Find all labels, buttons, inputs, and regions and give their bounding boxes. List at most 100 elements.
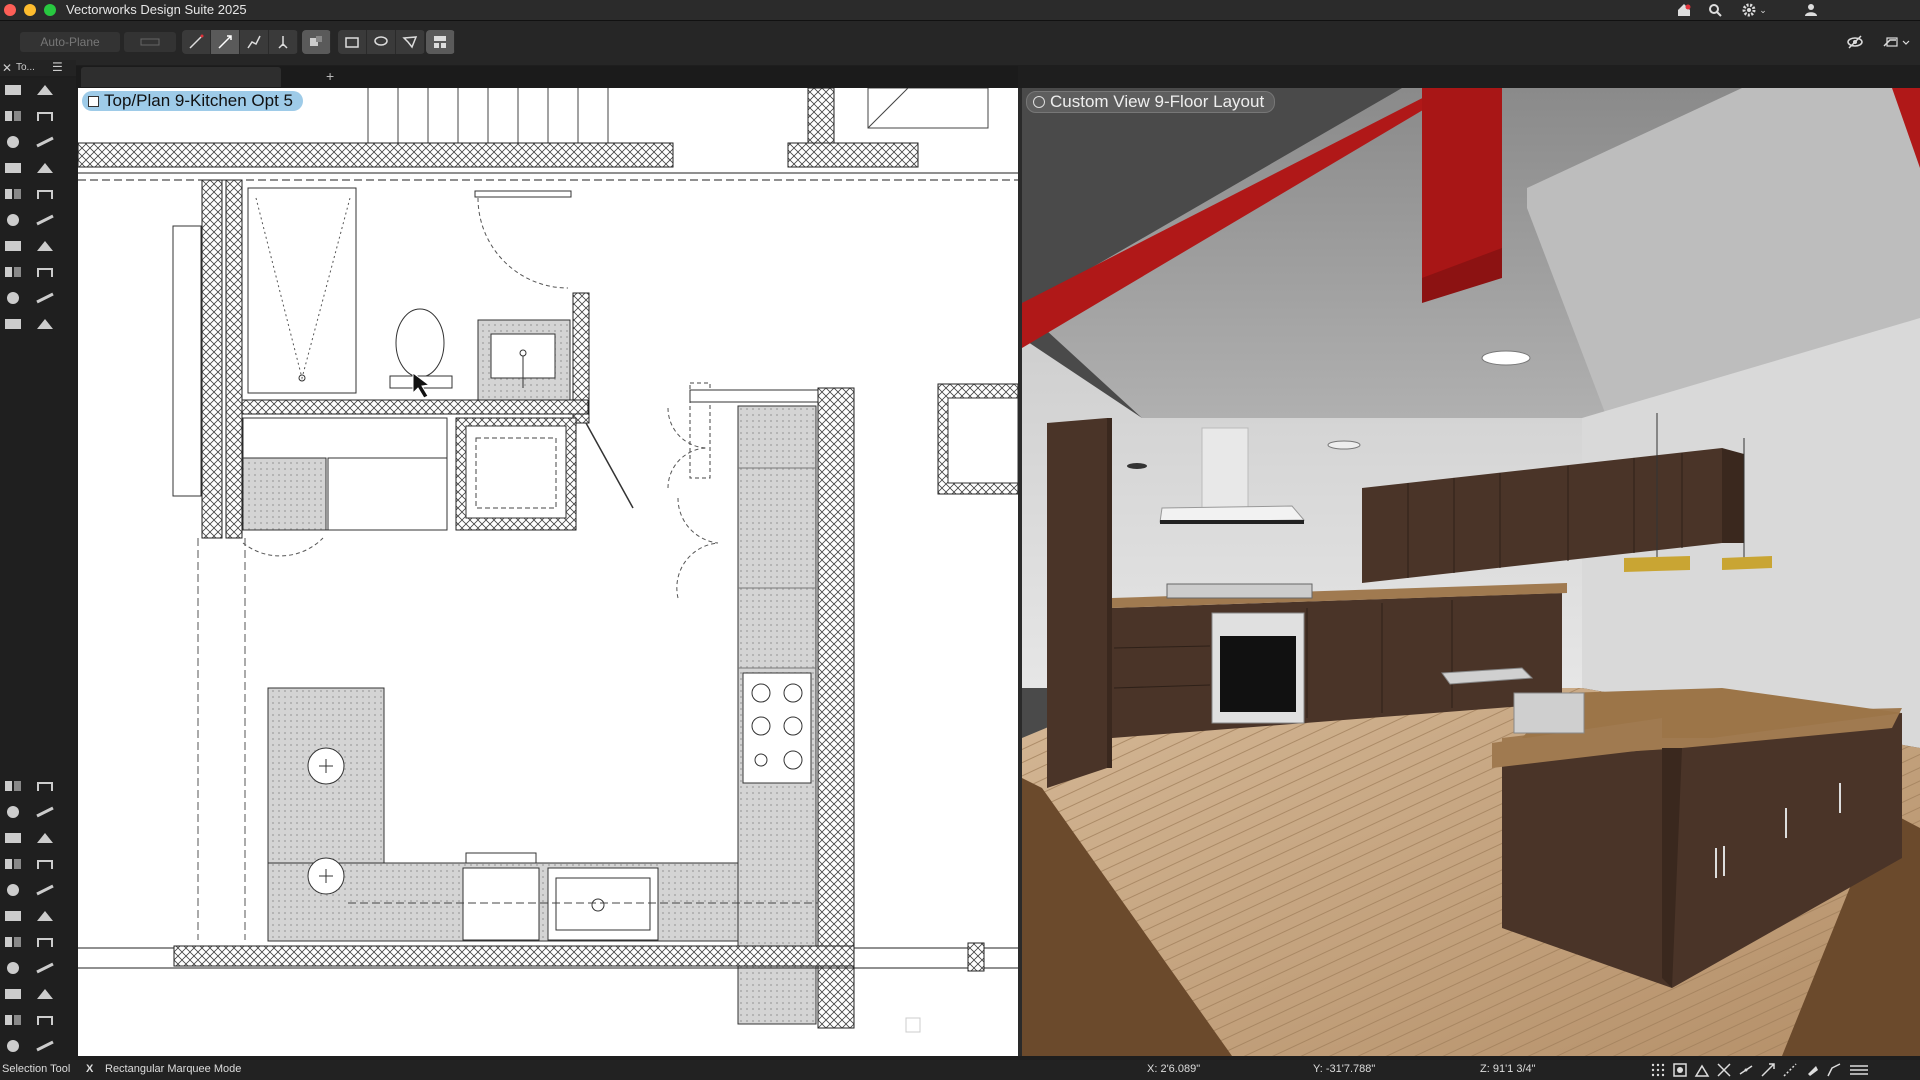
palette-tool-icon[interactable] [34,288,56,308]
lasso-marquee-button[interactable] [367,30,396,54]
status-tool-name: Selection Tool [2,1063,71,1075]
view-pane-icon [88,95,99,107]
plan-view-label-text: Top/Plan 9-Kitchen Opt 5 [104,91,294,110]
plan-viewport[interactable]: Top/Plan 9-Kitchen Opt 5 [78,88,1018,1056]
tangent-snap-icon[interactable] [1760,1062,1776,1078]
document-tab-strip: + [76,66,1018,88]
palette-tool-icon[interactable] [2,314,24,334]
object-snap-icon[interactable] [1672,1062,1688,1078]
snap-mode-3-button[interactable] [240,30,269,54]
palette-menu-icon[interactable]: ☰ [52,60,63,74]
palette-tool-icon[interactable] [34,236,56,256]
palette-tool-icon[interactable] [2,236,24,256]
palette-tool-icon[interactable] [34,854,56,874]
palette-tool-icon[interactable] [2,1010,24,1030]
palette-tool-icon[interactable] [2,854,24,874]
palette-tool-icon[interactable] [34,906,56,926]
gear-icon[interactable] [1740,1,1758,19]
palette-tool-icon[interactable] [34,828,56,848]
auto-plane-button[interactable]: Auto-Plane [20,32,120,52]
angle-snap-icon[interactable] [1694,1062,1710,1078]
render-viewport[interactable]: Custom View 9-Floor Layout [1022,88,1920,1056]
view-menu-button[interactable] [1882,33,1912,51]
render-view-label[interactable]: Custom View 9-Floor Layout [1026,91,1276,113]
palette-tool-icon[interactable] [2,158,24,178]
user-icon[interactable] [1802,1,1820,19]
palette-tool-icon[interactable] [2,880,24,900]
tool-palette [0,78,76,1078]
palette-tool-icon[interactable] [2,132,24,152]
kitchen-render[interactable] [1022,88,1920,1056]
palette-tool-icon[interactable] [34,106,56,126]
floor-plan-drawing[interactable] [78,88,1018,1056]
select-mode-button[interactable] [302,30,331,54]
snap-mode-4-button[interactable] [269,30,298,54]
palette-tool-icon[interactable] [34,984,56,1004]
status-z-coordinate: Z: 91'1 3/4" [1480,1063,1536,1075]
distance-snap-icon[interactable] [1738,1062,1754,1078]
close-palette-icon[interactable]: ✕ [2,61,12,75]
palette-tool-icon[interactable] [34,802,56,822]
palette-tool-icon[interactable] [34,880,56,900]
palette-tool-icon[interactable] [34,132,56,152]
palette-tool-icon[interactable] [34,776,56,796]
palette-tool-icon[interactable] [2,1036,24,1056]
chevron-down-icon[interactable]: ⌄ [1758,1,1768,19]
view-toolbar: Auto-Plane [0,21,1920,65]
interactive-mode-button[interactable] [426,30,455,54]
palette-tool-icon[interactable] [2,802,24,822]
palette-tool-icon[interactable] [34,1010,56,1030]
working-plane-button[interactable] [124,32,176,52]
minimize-window-button[interactable] [24,4,36,16]
palette-tool-icon[interactable] [2,288,24,308]
intersection-snap-icon[interactable] [1716,1062,1732,1078]
grid-snap-icon[interactable] [1650,1062,1666,1078]
palette-tool-icon[interactable] [34,210,56,230]
plan-view-label[interactable]: Top/Plan 9-Kitchen Opt 5 [82,91,304,111]
palette-tool-icon[interactable] [34,80,56,100]
status-bar: Selection Tool X Rectangular Marquee Mod… [0,1060,1920,1080]
zoom-window-button[interactable] [44,4,56,16]
add-tab-button[interactable]: + [326,68,334,84]
palette-tool-icon[interactable] [34,1036,56,1056]
status-x-coordinate: X: 2'6.089" [1147,1063,1201,1075]
palette-tool-icon[interactable] [2,80,24,100]
palette-tool-icon[interactable] [2,106,24,126]
app-title: Vectorworks Design Suite 2025 [66,2,247,17]
palette-tool-icon[interactable] [2,932,24,952]
palette-tool-icon[interactable] [34,184,56,204]
palette-tool-icon[interactable] [2,958,24,978]
view-menu-icon [1883,37,1910,47]
snap-mode-2-button[interactable] [211,30,240,54]
palette-tool-icon[interactable] [34,958,56,978]
status-tool-mode: Rectangular Marquee Mode [105,1063,242,1075]
rectangle-marquee-button[interactable] [338,30,367,54]
palette-tool-icon[interactable] [2,210,24,230]
snap-mode-1-button[interactable] [182,30,211,54]
status-close-icon[interactable]: X [86,1063,93,1075]
view-visibility-button[interactable] [1846,33,1864,51]
working-plane-snap-icon[interactable] [1804,1062,1820,1078]
palette-tool-icon[interactable] [2,984,24,1004]
palette-tool-icon[interactable] [2,184,24,204]
status-menu-icon[interactable] [1848,1062,1870,1078]
palette-tool-icon[interactable] [2,906,24,926]
palette-tool-icon[interactable] [34,932,56,952]
palette-tool-icon[interactable] [2,262,24,282]
palette-tool-icon[interactable] [34,262,56,282]
eye-slash-icon [1847,35,1863,49]
home-icon[interactable] [1675,1,1693,19]
document-tab[interactable] [81,67,281,87]
smart-point-icon[interactable] [1826,1062,1842,1078]
polygon-marquee-button[interactable] [396,30,425,54]
palette-tool-icon[interactable] [34,314,56,334]
palette-title: To... [16,62,35,73]
search-icon[interactable] [1706,1,1724,19]
close-window-button[interactable] [4,4,16,16]
palette-tool-icon[interactable] [2,776,24,796]
render-view-label-text: Custom View 9-Floor Layout [1050,92,1265,111]
smart-edge-icon[interactable] [1782,1062,1798,1078]
snap-toolbar [1650,1062,1870,1078]
palette-tool-icon[interactable] [2,828,24,848]
palette-tool-icon[interactable] [34,158,56,178]
